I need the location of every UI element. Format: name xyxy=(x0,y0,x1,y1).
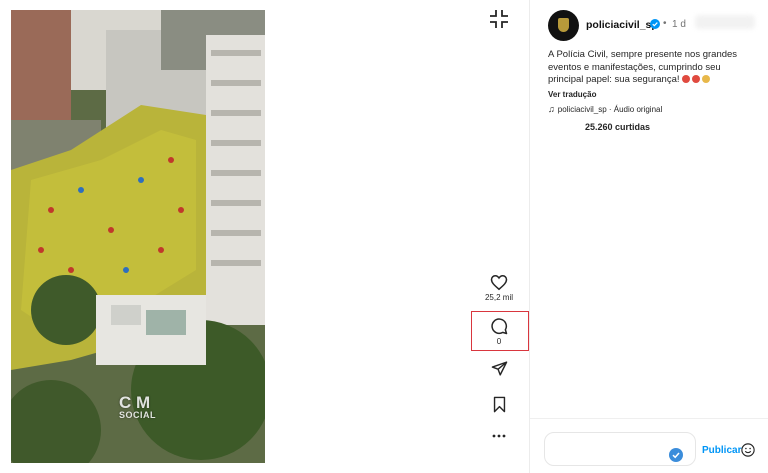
send-icon xyxy=(491,361,507,376)
comment-count: 0 xyxy=(496,337,502,346)
audio-label: policiacivil_sp · Áudio original xyxy=(557,105,663,114)
post-caption: A Polícia Civil, sempre presente nos gra… xyxy=(548,49,753,87)
like-button[interactable]: 25,2 mil xyxy=(478,274,520,302)
alarm-emoji-icon xyxy=(691,75,700,83)
bookmark-icon xyxy=(493,396,505,413)
instagram-post-modal: C M SOCIAL 25,2 mil 0 policiacivil_sp • … xyxy=(0,0,768,473)
video-watermark: C M SOCIAL xyxy=(119,393,157,420)
post-video[interactable]: C M SOCIAL xyxy=(11,10,265,463)
see-translation-link[interactable]: Ver tradução xyxy=(548,90,596,99)
like-count: 25,2 mil xyxy=(484,293,513,302)
emoji-icon[interactable] xyxy=(741,443,755,457)
username-link[interactable]: policiacivil_sp xyxy=(586,19,658,31)
verified-icon xyxy=(650,19,660,29)
comment-button[interactable]: 0 xyxy=(478,317,520,346)
avatar[interactable] xyxy=(548,10,579,41)
collapse-icon[interactable] xyxy=(488,8,510,30)
panel-divider xyxy=(529,0,530,473)
grammar-check-icon xyxy=(669,448,683,462)
more-icon xyxy=(492,434,506,438)
music-note-icon: ♫ xyxy=(548,104,555,114)
likes-count[interactable]: 25.260 curtidas xyxy=(585,122,650,132)
post-time[interactable]: 1 d xyxy=(672,19,686,30)
badge-icon xyxy=(558,18,569,32)
heart-icon xyxy=(490,274,508,291)
publish-button[interactable]: Publicar xyxy=(702,445,741,456)
more-options-button[interactable] xyxy=(478,432,520,440)
alarm-emoji-icon xyxy=(681,75,690,83)
audio-link[interactable]: ♫ policiacivil_sp · Áudio original xyxy=(548,104,662,114)
save-button[interactable] xyxy=(478,396,520,413)
comment-icon xyxy=(491,318,508,335)
share-button[interactable] xyxy=(478,360,520,377)
blurred-region xyxy=(695,15,755,29)
separator-dot: • xyxy=(663,18,667,29)
post-header: policiacivil_sp • 1 d xyxy=(548,10,763,42)
fist-emoji-icon xyxy=(701,75,710,83)
